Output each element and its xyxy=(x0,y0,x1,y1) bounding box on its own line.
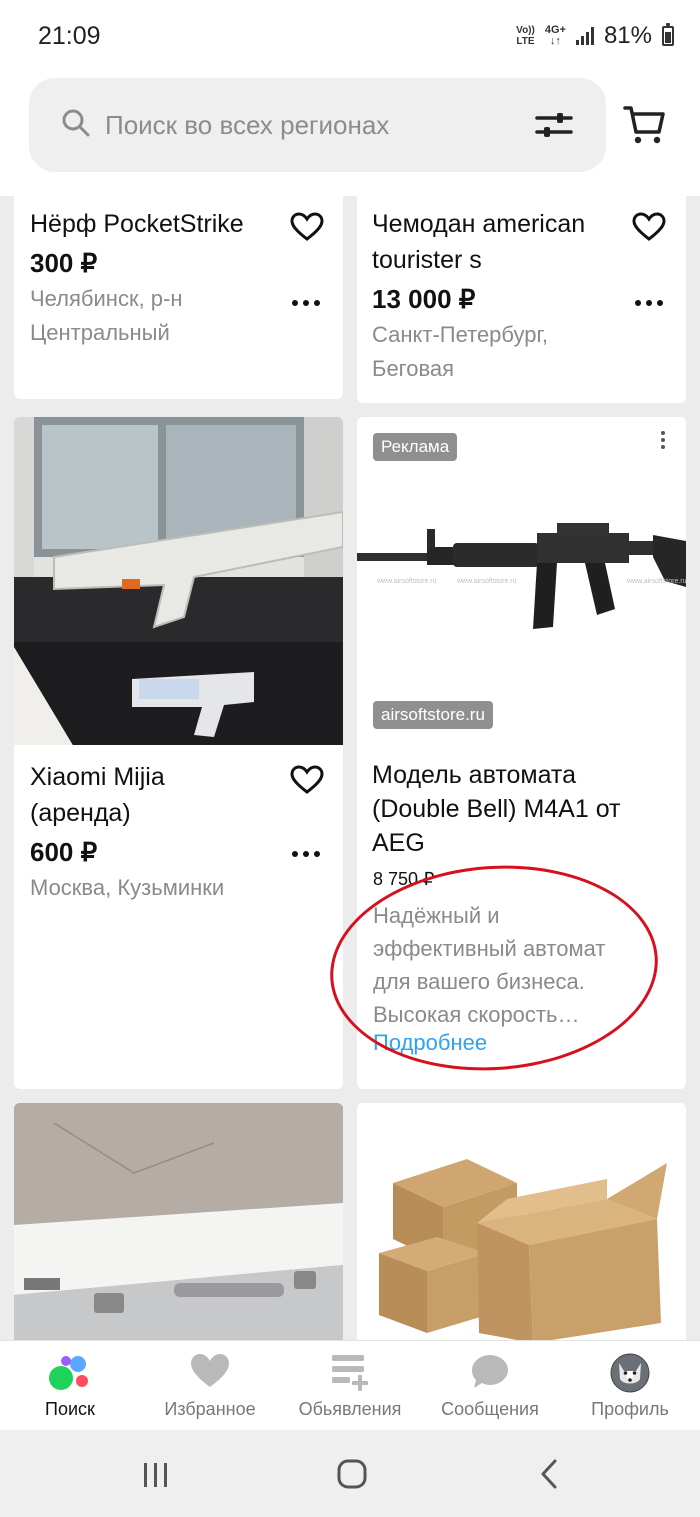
listing-title: Чемодан american xyxy=(372,210,586,238)
network-label: 4G+ xyxy=(544,24,566,36)
listing-title: Xiaomi Mijia xyxy=(30,763,165,791)
listing-location: Санкт-Петербург, xyxy=(372,322,548,347)
signal-icon xyxy=(575,27,594,45)
listing-location: Челябинск, р-н xyxy=(30,286,183,311)
listing-card[interactable] xyxy=(14,1103,343,1343)
system-nav-bar xyxy=(0,1430,700,1517)
nav-label: Поиск xyxy=(45,1399,95,1419)
chat-icon xyxy=(472,1355,508,1388)
ad-title-line2: (Double Bell) M4A1 от xyxy=(372,795,621,823)
bottom-nav: Поиск Избранное Обьявления Сообщения Про… xyxy=(0,1340,700,1430)
water-gun-photo xyxy=(14,417,343,745)
avatar-icon xyxy=(610,1353,650,1393)
svg-text:www.airsoftstore.ru: www.airsoftstore.ru xyxy=(376,578,437,585)
nav-label: Профиль xyxy=(591,1399,669,1419)
nav-search[interactable]: Поиск xyxy=(0,1341,140,1431)
screen: 21:09 Vo)) LTE 4G+ ↓↑ 81% Поиск во всех ре… xyxy=(0,0,700,1517)
listing-title-line2: (аренда) xyxy=(30,799,131,827)
ad-list-icon xyxy=(332,1355,368,1391)
listing-card[interactable]: Нёрф PocketStrike 300 ₽ Челябинск, р-н Ц… xyxy=(14,196,343,399)
listing-price: 600 ₽ xyxy=(30,837,98,867)
ad-title: Модель автомата xyxy=(372,761,577,789)
home-icon[interactable] xyxy=(336,1458,368,1490)
svg-text:www.airsoftstore.ru: www.airsoftstore.ru xyxy=(456,578,517,585)
listing-title: Нёрф PocketStrike xyxy=(30,210,244,238)
status-bar: 21:09 Vo)) LTE 4G+ ↓↑ 81% xyxy=(0,0,700,66)
listing-title-line2: tourister s xyxy=(372,246,482,274)
more-options-icon[interactable] xyxy=(635,300,663,306)
listing-photo[interactable] xyxy=(14,417,343,745)
back-icon[interactable] xyxy=(538,1458,560,1490)
case-photo xyxy=(14,1103,343,1343)
more-options-icon[interactable] xyxy=(292,851,320,857)
search-icon xyxy=(62,109,90,137)
status-time: 21:09 xyxy=(38,22,101,50)
ad-badge: Реклама xyxy=(373,433,458,461)
nav-profile[interactable]: Профиль xyxy=(560,1341,700,1431)
search-dots-icon xyxy=(49,1356,88,1390)
nav-favorites[interactable]: Избранное xyxy=(140,1341,280,1431)
battery-percent: 81% xyxy=(603,22,652,49)
status-indicators: Vo)) LTE 4G+ ↓↑ 81% xyxy=(516,22,674,50)
heart-icon[interactable] xyxy=(632,212,666,242)
ad-photo[interactable]: www.airsoftstore.ru www.airsoftstore.ru … xyxy=(357,417,686,745)
listing-card[interactable]: Xiaomi Mijia (аренда) 600 ₽ Москва, Кузь… xyxy=(14,417,343,1089)
nav-label: Сообщения xyxy=(441,1399,539,1419)
listing-location-detail: Беговая xyxy=(372,356,455,381)
listing-location: Москва, Кузьминки xyxy=(30,875,225,900)
listing-card[interactable]: Чемодан american tourister s 13 000 ₽ Са… xyxy=(357,196,686,403)
listing-card[interactable] xyxy=(357,1103,686,1343)
sliders-icon[interactable] xyxy=(535,110,573,140)
heart-icon[interactable] xyxy=(290,212,324,242)
more-options-icon[interactable] xyxy=(292,300,320,306)
ad-title-line3: AEG xyxy=(372,829,425,857)
heart-icon xyxy=(191,1354,229,1387)
search-input[interactable]: Поиск во всех регионах xyxy=(105,110,389,141)
nav-label: Обьявления xyxy=(298,1399,402,1419)
svg-text:www.airsoftstore.ru: www.airsoftstore.ru xyxy=(626,578,686,585)
nav-ads[interactable]: Обьявления xyxy=(280,1341,420,1431)
ad-source-badge: airsoftstore.ru xyxy=(373,701,493,729)
battery-icon xyxy=(662,23,674,46)
nav-label: Избранное xyxy=(164,1399,256,1419)
listing-location-detail: Центральный xyxy=(30,320,170,345)
boxes-photo xyxy=(357,1103,686,1343)
listing-price: 13 000 ₽ xyxy=(372,284,476,314)
header: Поиск во всех регионах xyxy=(0,66,700,196)
recent-apps-icon[interactable] xyxy=(141,1461,171,1489)
search-bar[interactable]: Поиск во всех регионах xyxy=(29,78,606,172)
rifle-photo: www.airsoftstore.ru www.airsoftstore.ru … xyxy=(357,523,686,629)
volte-icon: Vo)) LTE xyxy=(516,25,535,47)
heart-icon[interactable] xyxy=(290,765,324,795)
ad-options-icon[interactable] xyxy=(661,431,665,449)
nav-messages[interactable]: Сообщения xyxy=(420,1341,560,1431)
cart-icon[interactable] xyxy=(623,104,665,146)
network-4g-icon: 4G+ ↓↑ xyxy=(544,24,566,47)
listing-price: 300 ₽ xyxy=(30,248,98,278)
